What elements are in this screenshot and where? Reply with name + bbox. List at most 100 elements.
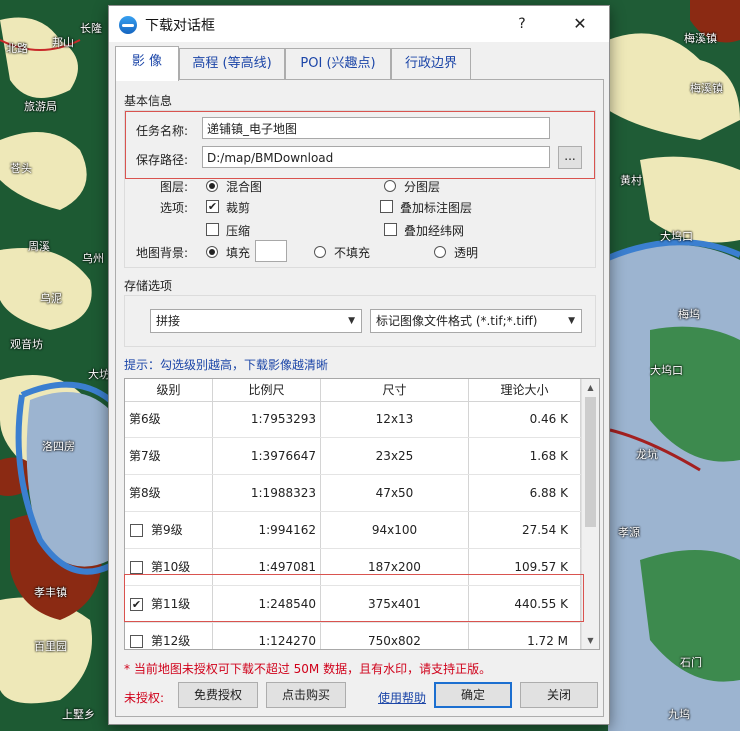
checkbox-crop[interactable]: ✔ — [206, 200, 219, 213]
table-row[interactable]: 第12级 1:124270 750x802 1.72 M — [125, 623, 581, 649]
task-name-label: 任务名称: — [136, 124, 189, 138]
map-label: 周溪 — [28, 240, 50, 253]
browse-button[interactable]: ... — [558, 146, 582, 169]
map-label: 北路 — [6, 42, 28, 55]
map-label: 大坞口 — [660, 230, 693, 243]
compress-label: 压缩 — [226, 224, 251, 238]
crop-label: 裁剪 — [226, 201, 251, 215]
level-label: 第10级 — [151, 560, 191, 574]
help-link[interactable]: 使用帮助 — [378, 689, 426, 706]
scale-cell: 1:3976647 — [213, 438, 321, 474]
scroll-up-icon[interactable]: ▲ — [582, 379, 599, 396]
scale-cell: 1:1988323 — [213, 475, 321, 511]
radio-layer-split[interactable] — [384, 180, 396, 192]
map-label: 百里园 — [34, 640, 67, 653]
radio-layer-mixed[interactable] — [206, 180, 218, 192]
map-label: 乌泥 — [40, 292, 62, 305]
checkbox-overlay-labels[interactable] — [380, 200, 393, 213]
options-label: 选项: — [160, 201, 189, 215]
level-cell: 第12级 — [125, 623, 213, 649]
map-label: 黄村 — [620, 174, 642, 187]
map-label: 旅游局 — [24, 100, 57, 113]
est-size-cell: 1.68 K — [469, 438, 581, 474]
scroll-down-icon[interactable]: ▼ — [582, 632, 599, 649]
table-row[interactable]: 第6级 1:7953293 12x13 0.46 K — [125, 401, 581, 438]
map-label: 观音坊 — [10, 338, 43, 351]
storage-mode-value: 拼接 — [156, 314, 181, 328]
row-checkbox[interactable] — [130, 635, 143, 648]
ok-button[interactable]: 确定 — [434, 682, 512, 708]
est-size-cell: 0.46 K — [469, 401, 581, 437]
table-row[interactable]: 第9级 1:994162 94x100 27.54 K — [125, 512, 581, 549]
scale-cell: 1:124270 — [213, 623, 321, 649]
basic-info-label: 基本信息 — [124, 94, 173, 108]
level-label: 第8级 — [129, 486, 161, 500]
fill-color-swatch[interactable] — [255, 240, 287, 262]
radio-bg-fill[interactable] — [206, 246, 218, 258]
storage-section-label: 存储选项 — [124, 279, 173, 293]
checkbox-overlay-grid[interactable] — [384, 223, 397, 236]
row-checkbox[interactable] — [130, 524, 143, 537]
map-label: 龙坑 — [636, 448, 658, 461]
scale-cell: 1:7953293 — [213, 401, 321, 437]
radio-bg-nofill[interactable] — [314, 246, 326, 258]
task-name-field[interactable]: 递铺镇_电子地图 — [202, 117, 550, 139]
file-format-value: 标记图像文件格式 (*.tif;*.tiff) — [376, 314, 538, 328]
bg-transparent-label: 透明 — [454, 246, 479, 260]
col-header-scale[interactable]: 比例尺 — [213, 379, 321, 401]
table-row[interactable]: 第7级 1:3976647 23x25 1.68 K — [125, 438, 581, 475]
tab-elevation[interactable]: 高程 (等高线) — [179, 48, 285, 79]
layer-split-label: 分图层 — [404, 180, 441, 194]
save-path-label: 保存路径: — [136, 153, 189, 167]
row-checkbox[interactable] — [130, 561, 143, 574]
level-label: 第12级 — [151, 634, 191, 648]
map-label: 梅溪镇 — [684, 32, 717, 45]
map-label: 长隆 — [80, 22, 102, 35]
layer-label: 图层: — [160, 180, 189, 194]
hint-text: 提示：勾选级别越高，下载影像越清晰 — [124, 358, 329, 372]
save-path-field[interactable]: D:/map/BMDownload — [202, 146, 550, 168]
map-label: 梅坞 — [678, 308, 700, 321]
download-dialog: 下载对话框 ? ✕ 影 像 高程 (等高线) POI (兴趣点) 行政边界 基本… — [108, 5, 610, 725]
close-icon[interactable]: ✕ — [563, 10, 597, 38]
est-size-cell: 1.72 M — [469, 623, 581, 649]
buy-button[interactable]: 点击购买 — [266, 682, 346, 708]
level-label: 第6级 — [129, 412, 161, 426]
bg-fill-label: 填充 — [226, 246, 251, 260]
size-cell: 94x100 — [321, 512, 469, 548]
level-cell: 第9级 — [125, 512, 213, 548]
scroll-thumb[interactable] — [585, 397, 596, 527]
col-header-est-size[interactable]: 理论大小 — [469, 379, 581, 401]
col-header-size[interactable]: 尺寸 — [321, 379, 469, 401]
size-cell: 23x25 — [321, 438, 469, 474]
radio-bg-transparent[interactable] — [434, 246, 446, 258]
size-cell: 47x50 — [321, 475, 469, 511]
scale-cell: 1:994162 — [213, 512, 321, 548]
map-label: 上墅乡 — [62, 708, 95, 721]
app-logo-icon — [119, 16, 137, 34]
tab-imagery[interactable]: 影 像 — [115, 46, 179, 81]
close-button[interactable]: 关闭 — [520, 682, 598, 708]
col-header-level[interactable]: 级别 — [125, 379, 213, 401]
file-format-select[interactable]: 标记图像文件格式 (*.tif;*.tiff) ▼ — [370, 309, 582, 333]
chevron-down-icon: ▼ — [568, 316, 575, 326]
tab-boundary[interactable]: 行政边界 — [391, 48, 471, 79]
map-label: 石门 — [680, 656, 702, 669]
size-cell: 750x802 — [321, 623, 469, 649]
est-size-cell: 6.88 K — [469, 475, 581, 511]
map-label: 苍头 — [10, 162, 32, 175]
map-label: 乌州 — [82, 252, 104, 265]
free-auth-button[interactable]: 免费授权 — [178, 682, 258, 708]
map-label: 九坞 — [668, 708, 690, 721]
level-label: 第9级 — [151, 523, 183, 537]
est-size-cell: 27.54 K — [469, 512, 581, 548]
storage-mode-select[interactable]: 拼接 ▼ — [150, 309, 362, 333]
checkbox-compress[interactable] — [206, 223, 219, 236]
tab-poi[interactable]: POI (兴趣点) — [285, 48, 391, 79]
level-label: 第7级 — [129, 449, 161, 463]
dialog-titlebar[interactable]: 下载对话框 ? ✕ — [109, 6, 609, 42]
selected-level-highlight — [124, 574, 584, 622]
map-label: 邦山 — [52, 36, 74, 49]
help-button[interactable]: ? — [507, 10, 537, 38]
table-row[interactable]: 第8级 1:1988323 47x50 6.88 K — [125, 475, 581, 512]
